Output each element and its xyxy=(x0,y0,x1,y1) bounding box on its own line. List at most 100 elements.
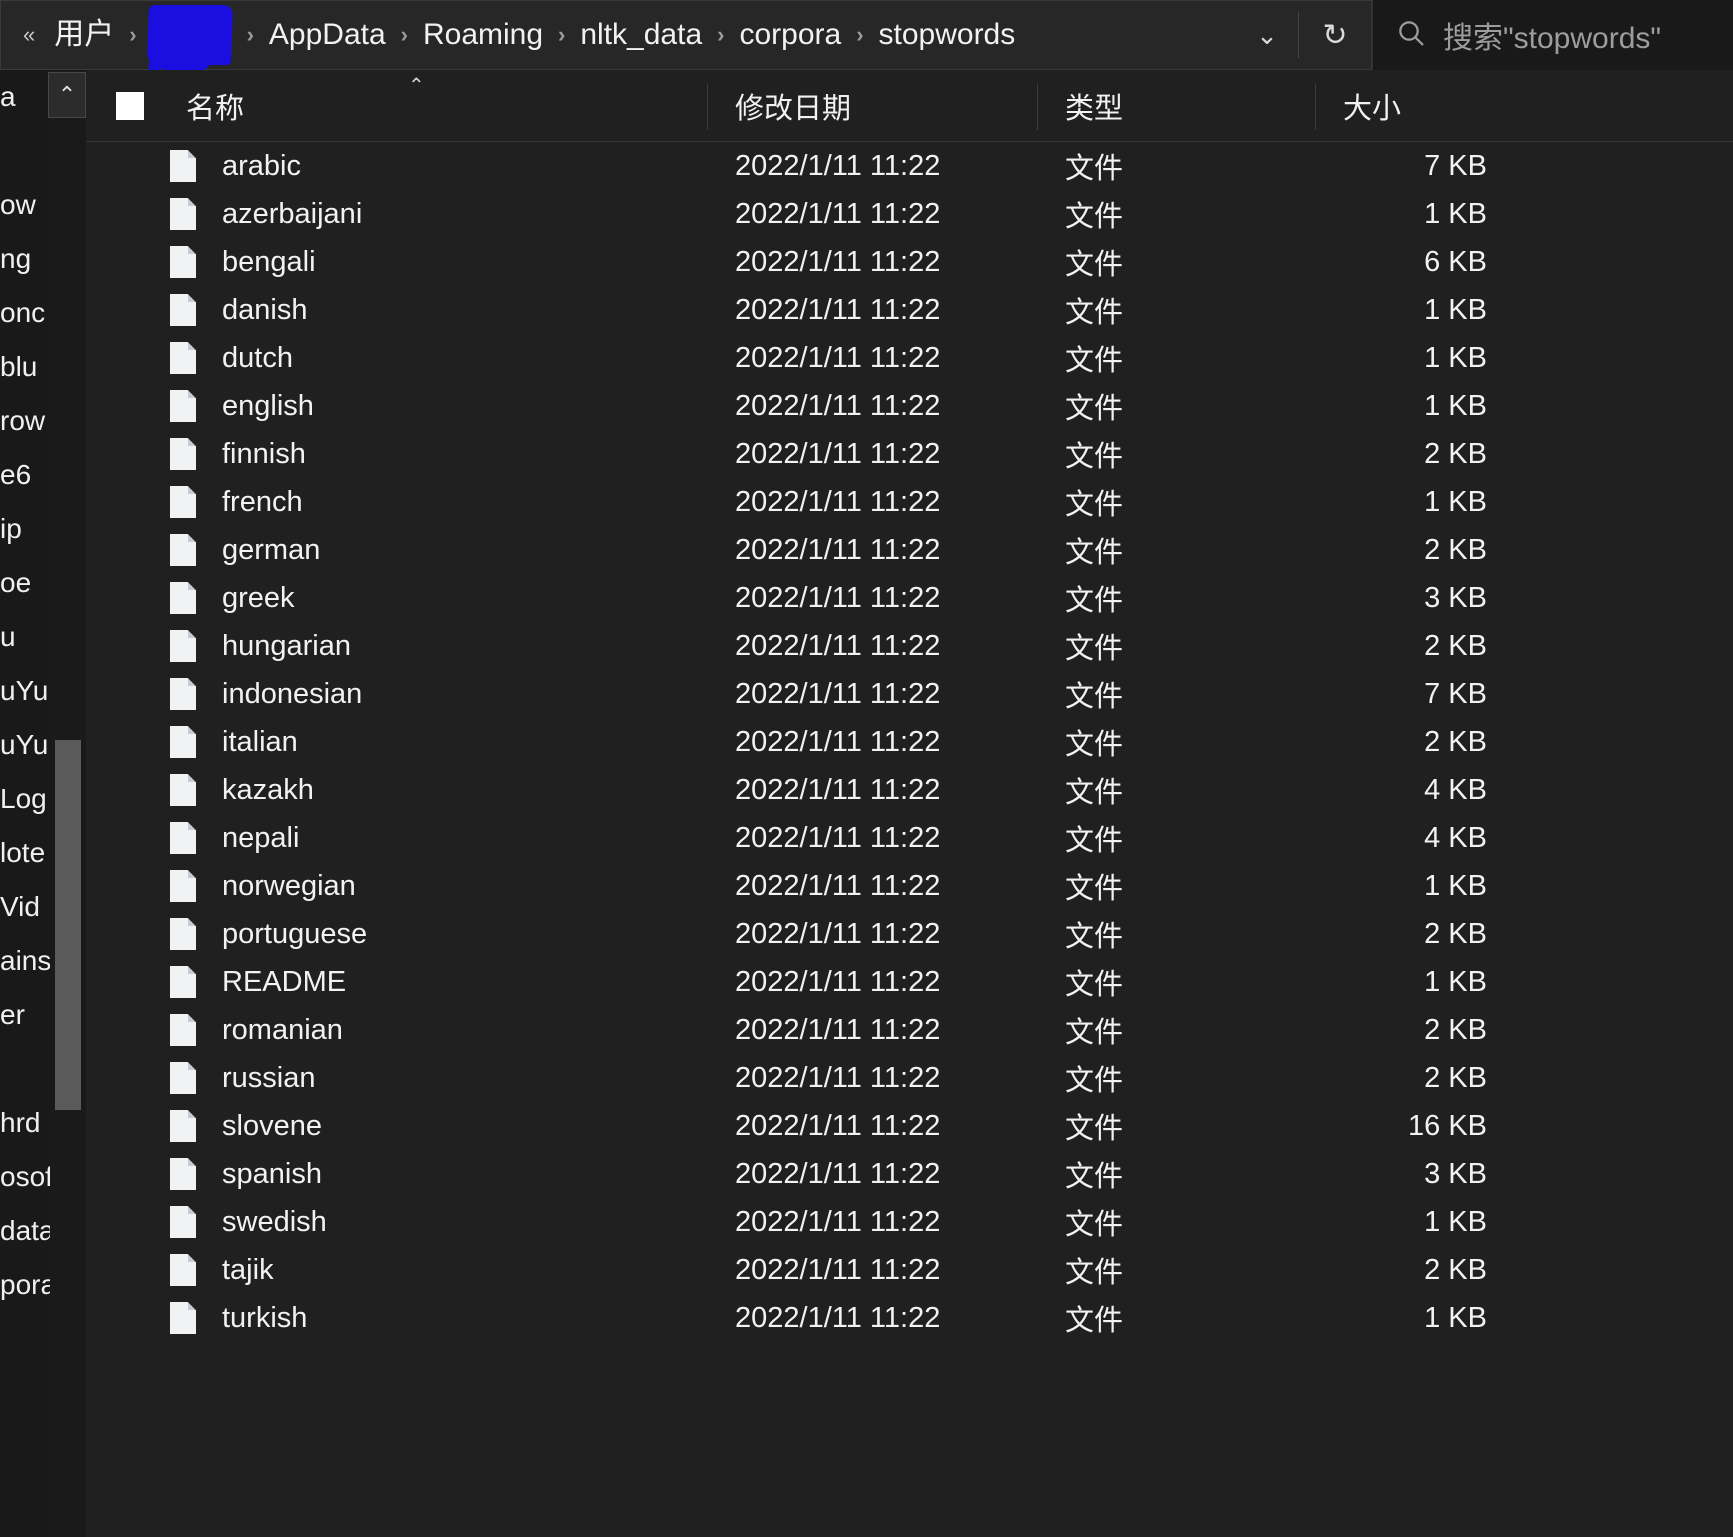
breadcrumb-item-stopwords[interactable]: stopwords xyxy=(867,12,1028,58)
file-name-cell[interactable]: french xyxy=(86,486,707,519)
file-name-cell[interactable]: azerbaijani xyxy=(86,198,707,231)
breadcrumb-item-Roaming[interactable]: Roaming xyxy=(411,12,555,58)
table-row[interactable]: turkish 2022/1/11 11:22 文件 1 KB xyxy=(86,1294,1733,1342)
navigation-pane-item[interactable]: u xyxy=(0,610,50,664)
table-row[interactable]: russian 2022/1/11 11:22 文件 2 KB xyxy=(86,1054,1733,1102)
file-size-cell: 7 KB xyxy=(1424,149,1487,182)
file-name-cell[interactable]: indonesian xyxy=(86,678,707,711)
navigation-pane-item[interactable]: data xyxy=(0,1204,50,1258)
breadcrumb-item-用户[interactable]: 用户 xyxy=(42,12,126,58)
navigation-pane-item[interactable]: e6 xyxy=(0,448,50,502)
table-row[interactable]: kazakh 2022/1/11 11:22 文件 4 KB xyxy=(86,766,1733,814)
file-name-label: hungarian xyxy=(222,629,351,662)
column-header-date-modified[interactable]: 修改日期 xyxy=(707,70,1037,142)
column-header-size[interactable]: 大小 xyxy=(1315,70,1515,142)
table-row[interactable]: arabic 2022/1/11 11:22 文件 7 KB xyxy=(86,142,1733,190)
table-row[interactable]: indonesian 2022/1/11 11:22 文件 7 KB xyxy=(86,670,1733,718)
navigation-pane-item[interactable]: uYun xyxy=(0,664,50,718)
table-row[interactable]: dutch 2022/1/11 11:22 文件 1 KB xyxy=(86,334,1733,382)
navigation-pane-item[interactable]: lote xyxy=(0,826,50,880)
file-name-cell[interactable]: kazakh xyxy=(86,774,707,807)
table-row[interactable]: greek 2022/1/11 11:22 文件 3 KB xyxy=(86,574,1733,622)
navigation-pane-item[interactable]: uYun xyxy=(0,718,50,772)
search-input[interactable]: 搜索"stopwords" xyxy=(1372,0,1733,70)
navigation-pane-item[interactable]: oe xyxy=(0,556,50,610)
table-row[interactable]: norwegian 2022/1/11 11:22 文件 1 KB xyxy=(86,862,1733,910)
file-name-cell[interactable]: hungarian xyxy=(86,630,707,663)
file-name-cell[interactable]: italian xyxy=(86,726,707,759)
file-name-cell[interactable]: spanish xyxy=(86,1158,707,1191)
column-header-name[interactable]: 名称 xyxy=(86,70,707,142)
file-date-cell: 2022/1/11 11:22 xyxy=(735,1157,941,1190)
file-name-cell[interactable]: romanian xyxy=(86,1014,707,1047)
file-name-cell[interactable]: russian xyxy=(86,1062,707,1095)
table-row[interactable]: romanian 2022/1/11 11:22 文件 2 KB xyxy=(86,1006,1733,1054)
table-row[interactable]: french 2022/1/11 11:22 文件 1 KB xyxy=(86,478,1733,526)
scrollbar-thumb[interactable] xyxy=(55,740,81,1110)
table-row[interactable]: README 2022/1/11 11:22 文件 1 KB xyxy=(86,958,1733,1006)
table-row[interactable]: hungarian 2022/1/11 11:22 文件 2 KB xyxy=(86,622,1733,670)
navigation-pane-scrollbar[interactable] xyxy=(50,70,86,1537)
file-name-cell[interactable]: norwegian xyxy=(86,870,707,903)
table-row[interactable]: finnish 2022/1/11 11:22 文件 2 KB xyxy=(86,430,1733,478)
file-name-cell[interactable]: english xyxy=(86,390,707,423)
table-row[interactable]: azerbaijani 2022/1/11 11:22 文件 1 KB xyxy=(86,190,1733,238)
navigation-pane[interactable]: aowngoncblurowe6ipoeuuYunuYunLogloteVida… xyxy=(0,70,50,1537)
scroll-up-button[interactable]: ⌃ xyxy=(48,72,86,118)
file-name-cell[interactable]: slovene xyxy=(86,1110,707,1143)
navigation-pane-item[interactable]: onc xyxy=(0,286,50,340)
refresh-icon[interactable]: ↻ xyxy=(1299,18,1371,53)
table-row[interactable]: tajik 2022/1/11 11:22 文件 2 KB xyxy=(86,1246,1733,1294)
navigation-pane-item[interactable]: hrd xyxy=(0,1096,50,1150)
select-all-checkbox[interactable] xyxy=(116,91,144,120)
chevron-down-icon[interactable]: ⌄ xyxy=(1236,22,1298,48)
navigation-pane-item[interactable]: ow xyxy=(0,178,50,232)
file-explorer-window: « 用户 › › AppData › Roaming › nltk_data › corpora ›… xyxy=(0,0,1733,1537)
navigation-pane-item[interactable]: pora xyxy=(0,1258,50,1312)
explorer-toolbar: « 用户 › › AppData › Roaming › nltk_data › corpora ›… xyxy=(0,0,1733,70)
breadcrumb-overflow-icon[interactable]: « xyxy=(13,22,42,48)
file-name-cell[interactable]: turkish xyxy=(86,1302,707,1335)
file-icon xyxy=(170,1254,196,1286)
navigation-pane-item[interactable]: osof xyxy=(0,1150,50,1204)
navigation-pane-item[interactable]: Vid xyxy=(0,880,50,934)
navigation-pane-item[interactable]: ip xyxy=(0,502,50,556)
table-row[interactable]: portuguese 2022/1/11 11:22 文件 2 KB xyxy=(86,910,1733,958)
navigation-pane-item[interactable]: ng xyxy=(0,232,50,286)
navigation-pane-item[interactable]: Log xyxy=(0,772,50,826)
file-name-cell[interactable]: finnish xyxy=(86,438,707,471)
file-name-cell[interactable]: tajik xyxy=(86,1254,707,1287)
table-row[interactable]: danish 2022/1/11 11:22 文件 1 KB xyxy=(86,286,1733,334)
navigation-pane-item[interactable]: ains xyxy=(0,934,50,988)
table-row[interactable]: nepali 2022/1/11 11:22 文件 4 KB xyxy=(86,814,1733,862)
file-name-cell[interactable]: swedish xyxy=(86,1206,707,1239)
file-name-cell[interactable]: nepali xyxy=(86,822,707,855)
file-name-cell[interactable]: portuguese xyxy=(86,918,707,951)
table-row[interactable]: spanish 2022/1/11 11:22 文件 3 KB xyxy=(86,1150,1733,1198)
breadcrumb-item-corpora[interactable]: corpora xyxy=(727,12,853,58)
file-name-cell[interactable]: german xyxy=(86,534,707,567)
file-icon xyxy=(170,918,196,950)
address-bar[interactable]: « 用户 › › AppData › Roaming › nltk_data › corpora ›… xyxy=(0,0,1372,70)
table-row[interactable]: slovene 2022/1/11 11:22 文件 16 KB xyxy=(86,1102,1733,1150)
breadcrumb-item-nltk_data[interactable]: nltk_data xyxy=(568,12,714,58)
file-name-cell[interactable]: README xyxy=(86,966,707,999)
navigation-pane-item[interactable]: row xyxy=(0,394,50,448)
file-name-cell[interactable]: arabic xyxy=(86,150,707,183)
navigation-pane-item[interactable]: blu xyxy=(0,340,50,394)
table-row[interactable]: english 2022/1/11 11:22 文件 1 KB xyxy=(86,382,1733,430)
file-name-cell[interactable]: bengali xyxy=(86,246,707,279)
navigation-pane-item[interactable]: er xyxy=(0,988,50,1042)
file-name-cell[interactable]: dutch xyxy=(86,342,707,375)
file-name-cell[interactable]: danish xyxy=(86,294,707,327)
table-row[interactable]: italian 2022/1/11 11:22 文件 2 KB xyxy=(86,718,1733,766)
table-row[interactable]: german 2022/1/11 11:22 文件 2 KB xyxy=(86,526,1733,574)
table-row[interactable]: swedish 2022/1/11 11:22 文件 1 KB xyxy=(86,1198,1733,1246)
breadcrumb-item-AppData[interactable]: AppData xyxy=(257,12,398,58)
breadcrumb-item-redacted[interactable] xyxy=(146,5,236,65)
navigation-pane-item[interactable]: a xyxy=(0,70,50,124)
file-name-label: indonesian xyxy=(222,677,363,710)
table-row[interactable]: bengali 2022/1/11 11:22 文件 6 KB xyxy=(86,238,1733,286)
file-name-cell[interactable]: greek xyxy=(86,582,707,615)
column-header-type[interactable]: 类型 xyxy=(1037,70,1315,142)
